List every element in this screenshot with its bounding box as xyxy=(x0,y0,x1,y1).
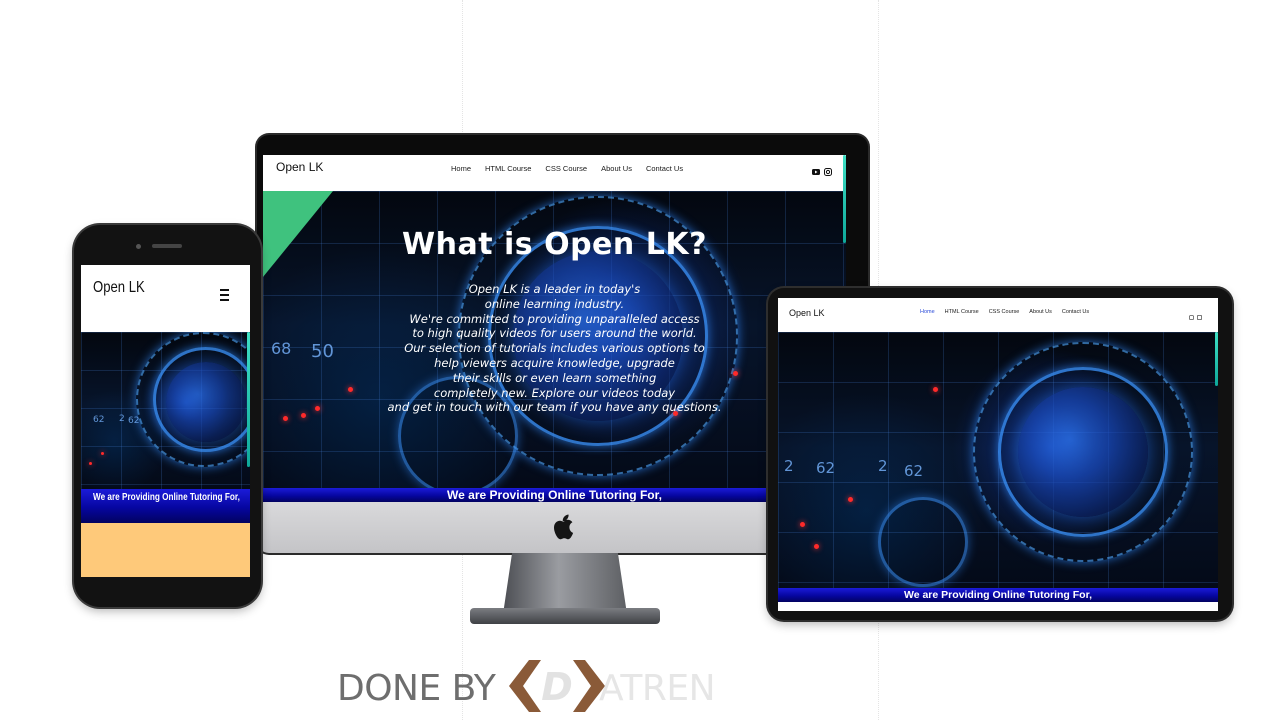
instagram-icon[interactable] xyxy=(824,163,832,176)
nav-home[interactable]: Home xyxy=(451,164,471,173)
hero-text-line: Open LK is a leader in today's xyxy=(468,282,641,296)
main-nav: Home HTML Course CSS Course About Us Con… xyxy=(451,164,683,173)
hero-text-line: to high quality videos for users around … xyxy=(412,326,697,341)
site-header: Open LK Home HTML Course CSS Course Abou… xyxy=(263,155,846,191)
hero-title: What is Open LK? xyxy=(402,227,707,262)
tutoring-banner: We are Providing Online Tutoring For, xyxy=(263,488,846,502)
brand-logo[interactable]: Open LK xyxy=(789,308,825,318)
social-links xyxy=(1186,307,1202,320)
course-section xyxy=(81,523,250,577)
red-dot xyxy=(800,522,805,527)
tablet-device: Open LK Home HTML Course CSS Course Abou… xyxy=(768,288,1232,620)
scrollbar-thumb[interactable] xyxy=(247,332,250,467)
scrollbar-thumb[interactable] xyxy=(843,155,846,243)
nav-about-us[interactable]: About Us xyxy=(1029,309,1052,315)
main-nav: Home HTML Course CSS Course About Us Con… xyxy=(920,309,1089,315)
red-dot xyxy=(101,452,104,455)
hero-text-line: their skills or even learn something xyxy=(452,370,657,385)
site-header: Open LK xyxy=(81,265,250,332)
mockup-stage: Open LK Home HTML Course CSS Course Abou… xyxy=(0,0,1280,720)
site-header: Open LK Home HTML Course CSS Course Abou… xyxy=(778,298,1218,332)
nav-contact-us[interactable]: Contact Us xyxy=(1062,309,1089,315)
nav-home[interactable]: Home xyxy=(920,309,935,315)
hud-number: 62 xyxy=(93,415,105,425)
hero-section: 62 2 62 xyxy=(81,332,250,489)
hud-number: 2 xyxy=(878,457,888,475)
atren-text: ATREN xyxy=(599,668,716,709)
red-dot xyxy=(814,544,819,549)
hero-text-line: completely new. Explore our videos today xyxy=(433,385,676,400)
red-dot xyxy=(89,462,92,465)
hud-number: 62 xyxy=(904,462,924,480)
nav-contact-us[interactable]: Contact Us xyxy=(646,164,683,173)
apple-logo-icon xyxy=(554,514,574,540)
phone-speaker xyxy=(152,244,182,248)
hud-ring xyxy=(878,497,968,587)
hero-text-line: online learning industry. xyxy=(484,296,625,311)
tablet-screen: Open LK Home HTML Course CSS Course Abou… xyxy=(778,298,1218,611)
red-dot xyxy=(848,497,853,502)
tutoring-banner: We are Providing Online Tutoring For, xyxy=(81,489,250,523)
hero-text-line: and get in touch with our team if you ha… xyxy=(387,400,722,415)
instagram-icon[interactable] xyxy=(1197,307,1202,320)
monitor-stand-foot xyxy=(470,608,660,624)
phone-camera xyxy=(136,244,141,249)
hero-section: 2 62 2 62 xyxy=(778,332,1218,588)
hero-text-line: We're committed to providing unparallele… xyxy=(409,311,700,326)
hero-text-line: Our selection of tutorials includes vari… xyxy=(404,341,705,356)
red-dot xyxy=(933,387,938,392)
nav-css-course[interactable]: CSS Course xyxy=(545,164,587,173)
hero-description: Open LK is a leader in today's online le… xyxy=(263,282,846,415)
datren-logo-icon: D xyxy=(509,660,605,712)
scrollbar-thumb[interactable] xyxy=(1215,332,1218,386)
brand-logo[interactable]: Open LK xyxy=(93,279,145,297)
hero-text-line: help viewers acquire knowledge, upgrade xyxy=(434,355,675,370)
tutoring-banner: We are Providing Online Tutoring For, xyxy=(778,588,1218,602)
phone-screen: Open LK 62 2 62 We are Providing Online … xyxy=(81,265,250,577)
red-dot xyxy=(283,416,288,421)
youtube-icon[interactable] xyxy=(1189,307,1194,320)
nav-html-course[interactable]: HTML Course xyxy=(945,309,979,315)
nav-html-course[interactable]: HTML Course xyxy=(485,164,531,173)
nav-css-course[interactable]: CSS Course xyxy=(989,309,1020,315)
hud-number: 62 xyxy=(816,459,836,477)
logo-letter: D xyxy=(541,665,573,709)
hud-number: 2 xyxy=(119,414,125,424)
social-links xyxy=(808,163,832,176)
brand-logo[interactable]: Open LK xyxy=(276,160,323,174)
banner-text: We are Providing Online Tutoring For, xyxy=(93,492,240,503)
globe-ring xyxy=(973,342,1193,562)
hero-section: 68 50 What is Open LK? Open LK is a lead… xyxy=(263,191,846,488)
desktop-screen: Open LK Home HTML Course CSS Course Abou… xyxy=(263,155,846,502)
youtube-icon[interactable] xyxy=(812,163,820,175)
hud-number: 62 xyxy=(128,416,140,426)
nav-about-us[interactable]: About Us xyxy=(601,164,632,173)
mobile-phone: Open LK 62 2 62 We are Providing Online … xyxy=(74,225,261,607)
menu-hamburger-icon[interactable] xyxy=(220,289,229,302)
done-by-text: DONE BY xyxy=(337,668,496,709)
hud-number: 2 xyxy=(784,457,794,475)
